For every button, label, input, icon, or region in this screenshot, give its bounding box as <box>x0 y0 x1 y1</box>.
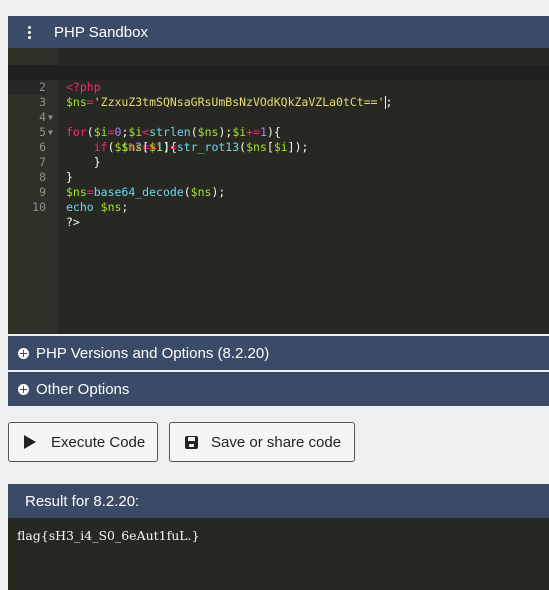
result-output: flag{sH3_i4_S0_6eAut1fuL.} <box>8 518 549 590</box>
code-line-active: 2 $ns='ZzxuZ3tmSQNsaGRsUmBsNzVOdKQkZaVZL… <box>8 65 549 109</box>
execute-code-button[interactable]: Execute Code <box>8 422 158 462</box>
save-share-label: Save or share code <box>211 433 342 451</box>
code-line: 1 <?php <box>8 50 549 94</box>
code-text: ?> <box>66 215 80 229</box>
result-title: Result for 8.2.20: <box>25 492 140 510</box>
line-number: 10 <box>32 200 46 214</box>
code-editor[interactable]: 1 <?php 2 $ns='ZzxuZ3tmSQNsaGRsUmBsNzVOd… <box>8 48 549 334</box>
code-line: 8 $ns=base64_decode($ns); <box>8 155 549 199</box>
php-versions-label: PHP Versions and Options (8.2.20) <box>36 344 270 362</box>
php-versions-options-toggle[interactable]: PHP Versions and Options (8.2.20) <box>8 336 549 370</box>
code-line: 7 } <box>8 140 549 184</box>
code-line: 9 echo $ns; <box>8 170 549 214</box>
other-options-toggle[interactable]: Other Options <box>8 372 549 406</box>
kebab-menu-icon[interactable] <box>22 25 36 39</box>
floppy-disk-icon <box>185 435 198 449</box>
execute-code-label: Execute Code <box>51 433 146 451</box>
play-icon <box>24 435 36 449</box>
code-line: 10 ?> <box>8 185 549 229</box>
app-header: PHP Sandbox <box>8 16 549 48</box>
code-line: 6 } <box>8 125 549 169</box>
code-line: 3 ▼ for($i=0;$i<strlen($ns);$i+=1){ <box>8 80 549 139</box>
plus-circle-icon <box>18 347 29 359</box>
code-line: 4 ▼ if($i%2==1){ <box>8 95 549 154</box>
plus-circle-icon <box>18 383 29 395</box>
save-share-button[interactable]: Save or share code <box>169 422 355 462</box>
app-title: PHP Sandbox <box>54 23 148 41</box>
other-options-label: Other Options <box>36 380 130 398</box>
code-line: 5 $ns[$i]=str_rot13($ns[$i]); <box>8 110 549 154</box>
result-header: Result for 8.2.20: <box>8 484 549 518</box>
code-text: echo $ns; <box>66 200 129 214</box>
